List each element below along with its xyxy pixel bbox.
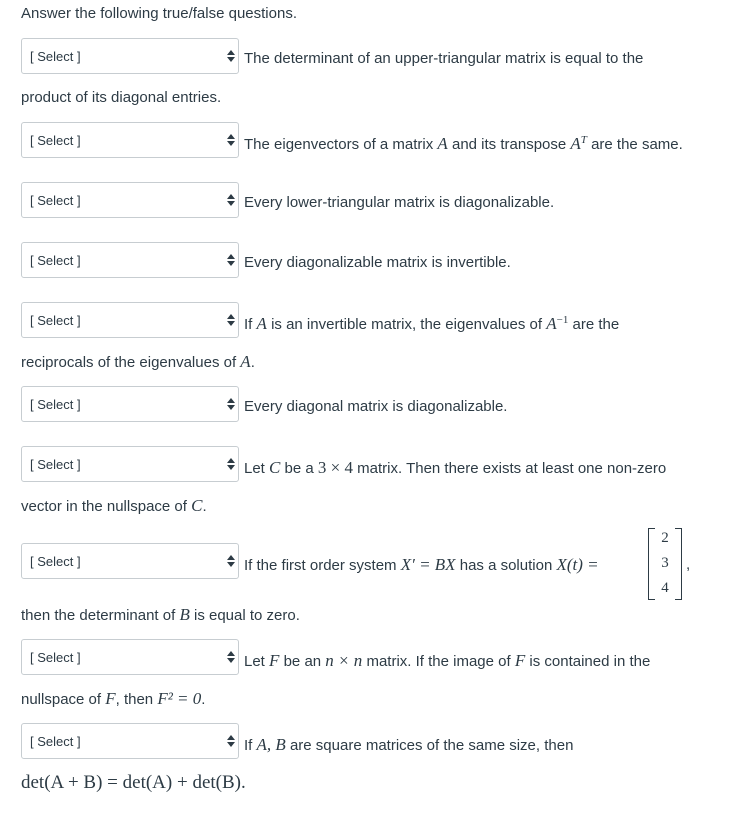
solution-vector: 2 3 4 — [648, 528, 682, 600]
question-1: The determinant of an upper-triangular m… — [244, 50, 644, 67]
question-9: Let F be an n × n matrix. If the image o… — [244, 651, 651, 670]
question-1-cont: product of its diagonal entries. — [21, 89, 222, 106]
up-down-arrows-icon — [227, 651, 235, 663]
select-label: [ Select ] — [30, 253, 81, 268]
answer-select-3[interactable]: [ Select ] — [21, 182, 239, 218]
question-5: If A is an invertible matrix, the eigenv… — [244, 314, 620, 333]
up-down-arrows-icon — [227, 134, 235, 146]
question-8-comma: , — [686, 556, 691, 573]
question-8: If the first order system X′ = BX has a … — [244, 555, 599, 574]
select-label: [ Select ] — [30, 554, 81, 569]
up-down-arrows-icon — [227, 735, 235, 747]
answer-select-4[interactable]: [ Select ] — [21, 242, 239, 278]
vector-entry: 3 — [661, 555, 669, 571]
question-3: Every lower-triangular matrix is diagona… — [244, 194, 555, 211]
select-label: [ Select ] — [30, 734, 81, 749]
left-bracket — [648, 528, 655, 600]
select-label: [ Select ] — [30, 49, 81, 64]
question-4: Every diagonalizable matrix is invertibl… — [244, 254, 511, 271]
answer-select-10[interactable]: [ Select ] — [21, 723, 239, 759]
select-label: [ Select ] — [30, 193, 81, 208]
vector-entry: 4 — [661, 580, 669, 596]
question-10: If A, B are square matrices of the same … — [244, 735, 574, 754]
up-down-arrows-icon — [227, 398, 235, 410]
up-down-arrows-icon — [227, 314, 235, 326]
question-5-cont: reciprocals of the eigenvalues of A. — [21, 352, 255, 371]
question-7-cont: vector in the nullspace of C. — [21, 496, 207, 515]
answer-select-9[interactable]: [ Select ] — [21, 639, 239, 675]
vector-entry: 2 — [661, 530, 669, 546]
question-6: Every diagonal matrix is diagonalizable. — [244, 398, 508, 415]
right-bracket — [675, 528, 682, 600]
up-down-arrows-icon — [227, 458, 235, 470]
select-label: [ Select ] — [30, 397, 81, 412]
answer-select-5[interactable]: [ Select ] — [21, 302, 239, 338]
select-label: [ Select ] — [30, 457, 81, 472]
question-2: The eigenvectors of a matrix A and its t… — [244, 134, 683, 153]
question-7: Let C be a 3 × 4 matrix. Then there exis… — [244, 458, 667, 477]
up-down-arrows-icon — [227, 50, 235, 62]
select-label: [ Select ] — [30, 313, 81, 328]
answer-select-2[interactable]: [ Select ] — [21, 122, 239, 158]
answer-select-8[interactable]: [ Select ] — [21, 543, 239, 579]
instructions: Answer the following true/false question… — [21, 5, 297, 22]
up-down-arrows-icon — [227, 254, 235, 266]
select-label: [ Select ] — [30, 133, 81, 148]
up-down-arrows-icon — [227, 555, 235, 567]
answer-select-7[interactable]: [ Select ] — [21, 446, 239, 482]
answer-select-6[interactable]: [ Select ] — [21, 386, 239, 422]
answer-select-1[interactable]: [ Select ] — [21, 38, 239, 74]
question-8-cont: then the determinant of B is equal to ze… — [21, 605, 300, 624]
question-10-cont: det(A + B) = det(A) + det(B). — [21, 772, 246, 793]
up-down-arrows-icon — [227, 194, 235, 206]
select-label: [ Select ] — [30, 650, 81, 665]
question-9-cont: nullspace of F, then F² = 0. — [21, 689, 206, 708]
